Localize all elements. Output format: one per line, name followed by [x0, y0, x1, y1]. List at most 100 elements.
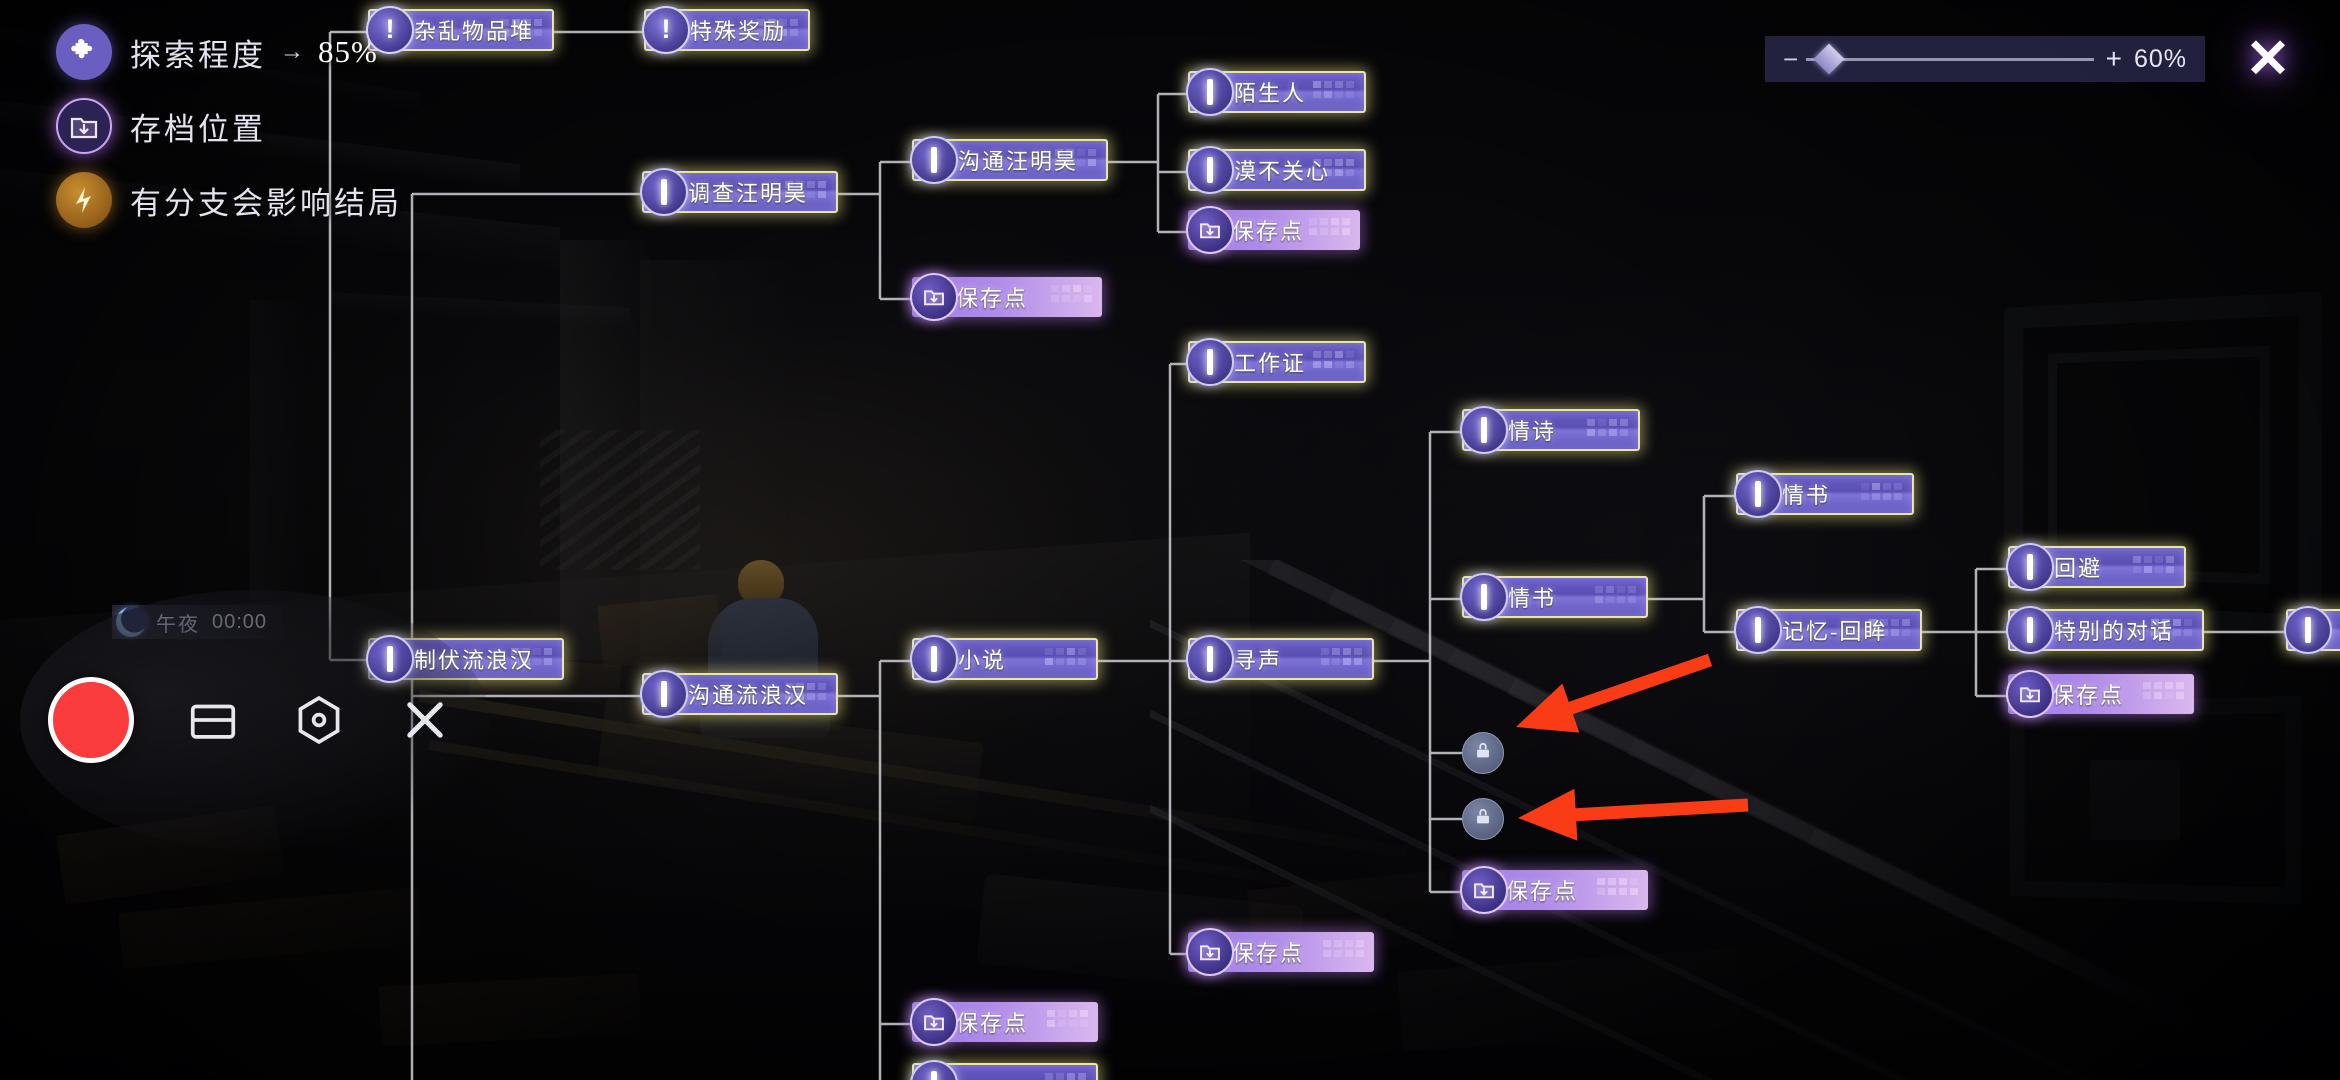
- node-label: 工作证: [1234, 346, 1306, 378]
- flowchart-node[interactable]: 情诗: [1462, 408, 1640, 452]
- legend-item-branch: 有分支会影响结局: [56, 170, 402, 230]
- bookmark-icon: [1186, 146, 1234, 194]
- node-decor-blocks: [1309, 218, 1350, 235]
- bookmark-icon: [910, 635, 958, 683]
- flowchart-node[interactable]: 工作证: [1188, 340, 1366, 384]
- save-folder-icon: [910, 998, 958, 1046]
- node-label: 保存点: [2052, 678, 2124, 710]
- node-decor-blocks: [1313, 81, 1354, 98]
- flowchart-node[interactable]: 特别的对话: [2008, 608, 2204, 652]
- settings-hexagon-icon[interactable]: [292, 693, 346, 747]
- puzzle-icon: [56, 24, 112, 80]
- node-label: 陌生人: [1234, 76, 1306, 108]
- node-decor-blocks: [2143, 682, 2184, 699]
- close-icon[interactable]: ✕: [2236, 26, 2300, 90]
- save-folder-icon: [2006, 670, 2054, 718]
- node-decor-blocks: [1045, 1073, 1086, 1080]
- node-label: 特殊奖励: [690, 14, 786, 46]
- flowchart-node[interactable]: 杂乱物品堆!: [368, 8, 554, 52]
- node-label: 保存点: [1232, 214, 1304, 246]
- flowchart-node[interactable]: 保存点: [1462, 868, 1648, 912]
- zoom-slider-track[interactable]: [1806, 58, 2093, 61]
- zoom-out-button[interactable]: −: [1783, 44, 1798, 75]
- node-decor-blocks: [2133, 556, 2174, 573]
- bookmark-icon: [1460, 573, 1508, 621]
- flowchart-node[interactable]: 沟通汪明昊: [912, 138, 1108, 182]
- bookmark-icon: [640, 168, 688, 216]
- flowchart-node[interactable]: 保存点: [2008, 672, 2194, 716]
- flowchart-node[interactable]: 沟通流浪汉: [642, 672, 838, 716]
- node-label: 小说: [958, 643, 1006, 675]
- node-label: 杂乱物品堆: [414, 14, 534, 46]
- node-label: 沟通流浪汉: [688, 678, 808, 710]
- node-label: 制伏流浪汉: [414, 643, 534, 675]
- flowchart-node[interactable]: 保存点: [1188, 208, 1360, 252]
- save-folder-icon: [1460, 866, 1508, 914]
- flowchart-node[interactable]: 制伏流浪汉: [368, 637, 564, 681]
- legend-panel: 探索程度 → 85% 存档位置 有分支会影响结局: [56, 22, 402, 244]
- bookmark-icon: [2006, 543, 2054, 591]
- save-folder-icon: [1186, 928, 1234, 976]
- node-label: 情书: [1508, 581, 1556, 613]
- save-folder-icon: [56, 98, 112, 154]
- flowchart-node[interactable]: 保存点: [1188, 930, 1374, 974]
- flowchart-node[interactable]: 调查汪明昊: [642, 170, 838, 214]
- padlock-icon: [1472, 740, 1494, 767]
- locked-node[interactable]: [1462, 732, 1504, 774]
- locked-node[interactable]: [1462, 798, 1504, 840]
- node-decor-blocks: [1313, 351, 1354, 368]
- zoom-slider-bar[interactable]: − + 60%: [1765, 36, 2205, 82]
- flowchart-node[interactable]: 保存点: [912, 1000, 1098, 1044]
- bookmark-icon: [640, 670, 688, 718]
- exclamation-icon: !: [642, 6, 690, 54]
- node-decor-blocks: [1597, 878, 1638, 895]
- node-label: 寻声: [1234, 643, 1282, 675]
- node-decor-blocks: [1047, 1010, 1088, 1027]
- node-decor-blocks: [1051, 285, 1092, 302]
- node-label: 保存点: [1506, 874, 1578, 906]
- node-decor-blocks: [1861, 483, 1902, 500]
- padlock-icon: [1472, 806, 1494, 833]
- node-label: 情诗: [1508, 414, 1556, 446]
- folder-icon[interactable]: [186, 693, 240, 747]
- node-label: 漠不关心: [1234, 154, 1330, 186]
- node-label: 沟通汪明昊: [958, 144, 1078, 176]
- node-label: 保存点: [1232, 936, 1304, 968]
- bookmark-icon: [1460, 406, 1508, 454]
- legend-item-savepoint: 存档位置: [56, 96, 402, 156]
- save-folder-icon: [910, 273, 958, 321]
- flowchart-node[interactable]: 陌生人: [1188, 70, 1366, 114]
- bookmark-icon: [1186, 635, 1234, 683]
- screen-recorder-overlay: [20, 590, 490, 850]
- close-x-icon[interactable]: [398, 693, 452, 747]
- node-label: 调查汪明昊: [688, 176, 808, 208]
- node-label: 保存点: [956, 281, 1028, 313]
- flowchart-node[interactable]: 回避: [2008, 545, 2186, 589]
- flowchart-node[interactable]: 特殊奖励!: [644, 8, 810, 52]
- node-decor-blocks: [1045, 648, 1086, 665]
- save-folder-icon: [1186, 206, 1234, 254]
- zoom-slider-knob[interactable]: [1814, 43, 1845, 74]
- flowchart-node[interactable]: [912, 1062, 1098, 1080]
- flowchart-node[interactable]: 漠不关心: [1188, 148, 1366, 192]
- bookmark-icon: [910, 136, 958, 184]
- zoom-in-button[interactable]: +: [2106, 43, 2122, 75]
- node-label: 保存点: [956, 1006, 1028, 1038]
- flowchart-node[interactable]: 记忆-回眸: [1736, 608, 1922, 652]
- bookmark-icon: [2284, 606, 2332, 654]
- flowchart-node[interactable]: 情书: [1462, 575, 1648, 619]
- legend-item-exploration: 探索程度 → 85%: [56, 22, 402, 82]
- node-decor-blocks: [1321, 648, 1362, 665]
- record-button[interactable]: [48, 677, 134, 763]
- flowchart-node[interactable]: 寻声: [1188, 637, 1374, 681]
- node-label: 回避: [2054, 551, 2102, 583]
- flowchart-node[interactable]: 情书: [1736, 472, 1914, 516]
- node-label: 情书: [1782, 478, 1830, 510]
- flowchart-node[interactable]: [2286, 608, 2340, 652]
- zoom-level-value: 60%: [2134, 45, 2187, 74]
- exclamation-icon: !: [366, 6, 414, 54]
- node-decor-blocks: [1323, 940, 1364, 957]
- flowchart-node[interactable]: 小说: [912, 637, 1098, 681]
- flowchart-screen: 杂乱物品堆! 特殊奖励! 调查汪明昊 沟通汪明昊 陌生人 漠不关心 保存点 保存点 工作证 情诗情…: [0, 0, 2340, 1080]
- flowchart-node[interactable]: 保存点: [912, 275, 1102, 319]
